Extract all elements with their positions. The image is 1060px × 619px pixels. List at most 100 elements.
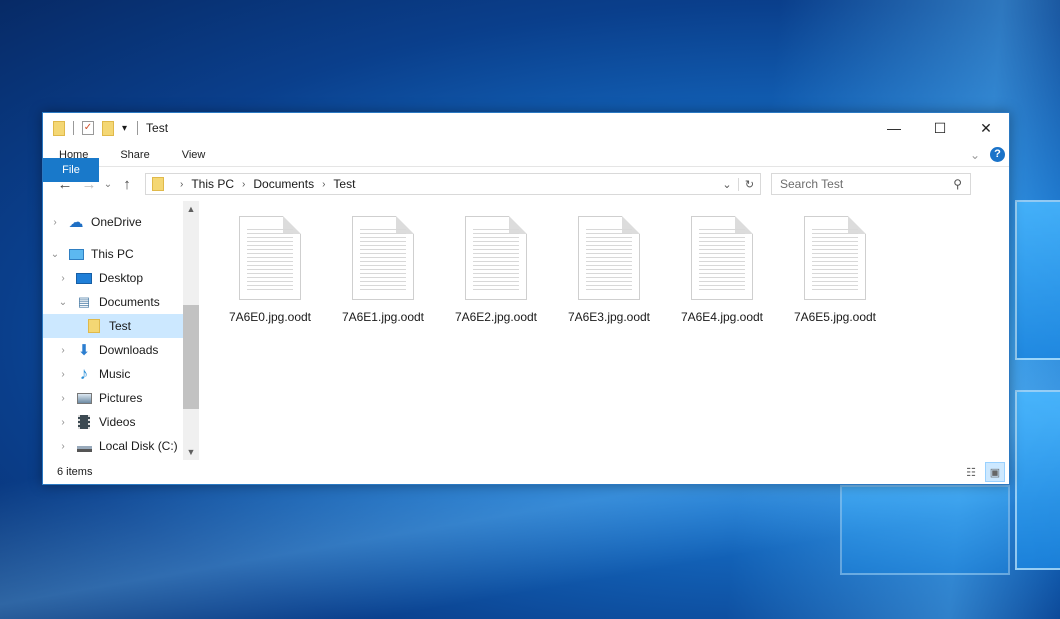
minimize-button[interactable]: — [871, 113, 917, 143]
breadcrumb-documents[interactable]: Documents [253, 177, 314, 191]
videos-icon [75, 415, 93, 429]
chevron-down-icon[interactable]: ⌄ [49, 249, 61, 260]
breadcrumb-separator[interactable]: › [322, 179, 325, 190]
scroll-down-button[interactable]: ▼ [183, 444, 199, 460]
sidebar-item-downloads[interactable]: › ⬇ Downloads [57, 338, 183, 362]
content-area: › ☁ OneDrive ⌄ This PC › Desktop ⌄ ▤ Doc… [43, 201, 1009, 460]
sidebar-item-desktop[interactable]: › Desktop [57, 266, 183, 290]
cloud-icon: ☁ [68, 214, 84, 231]
navigation-bar: ← → ⌄ ↑ › This PC › Documents › Test ⌄ ↻… [43, 167, 1009, 201]
sidebar-item-videos[interactable]: › Videos [57, 410, 183, 434]
chevron-right-icon[interactable]: › [57, 393, 69, 404]
sidebar-item-pictures[interactable]: › Pictures [57, 386, 183, 410]
chevron-down-icon[interactable]: ⌄ [57, 297, 69, 308]
refresh-button[interactable]: ↻ [738, 177, 760, 191]
title-bar: ✓ ▾ Test — ☐ ✕ [43, 113, 1009, 143]
chevron-right-icon[interactable]: › [57, 369, 69, 380]
ribbon-tabs: File Home Share View ⌄ ? [43, 143, 1009, 182]
tab-share[interactable]: Share [104, 143, 165, 167]
chevron-right-icon[interactable]: › [57, 345, 69, 356]
sidebar-item-label: Music [99, 367, 131, 381]
large-icons-view-button[interactable]: ▣ [985, 462, 1005, 482]
recent-locations-button[interactable]: ⌄ [101, 179, 115, 190]
document-icon [804, 216, 866, 300]
sidebar-item-local-disk[interactable]: › Local Disk (C:) [57, 434, 183, 458]
pictures-icon [75, 391, 93, 405]
sidebar-item-label: Videos [99, 415, 136, 429]
sidebar-item-label: Documents [99, 295, 160, 309]
file-item[interactable]: 7A6E3.jpg.oodt [555, 216, 663, 324]
sidebar-item-label: Local Disk (C:) [99, 439, 178, 453]
customize-quick-access-dropdown[interactable]: ▾ [122, 123, 127, 134]
search-placeholder: Search Test [780, 177, 844, 191]
sidebar-item-documents[interactable]: ⌄ ▤ Documents [57, 290, 183, 314]
folder-icon [53, 120, 65, 136]
file-name: 7A6E5.jpg.oodt [793, 310, 877, 324]
sidebar-item-label: This PC [91, 247, 134, 261]
document-icon [691, 216, 753, 300]
address-dropdown-button[interactable]: ⌄ [716, 178, 738, 191]
file-item[interactable]: 7A6E1.jpg.oodt [329, 216, 437, 324]
file-name: 7A6E4.jpg.oodt [680, 310, 764, 324]
up-button[interactable]: ↑ [115, 176, 139, 193]
chevron-right-icon[interactable]: › [49, 217, 61, 228]
file-name: 7A6E3.jpg.oodt [567, 310, 651, 324]
folder-icon [152, 177, 164, 191]
file-item[interactable]: 7A6E0.jpg.oodt [216, 216, 324, 324]
breadcrumb-this-pc[interactable]: This PC [191, 177, 234, 191]
file-item[interactable]: 7A6E5.jpg.oodt [781, 216, 889, 324]
tab-view[interactable]: View [166, 143, 222, 167]
document-icon [465, 216, 527, 300]
item-count: 6 items [57, 466, 93, 478]
music-icon: ♪ [79, 364, 89, 383]
document-icon [352, 216, 414, 300]
scroll-up-button[interactable]: ▲ [183, 201, 199, 217]
documents-icon: ▤ [77, 294, 91, 309]
tab-file[interactable]: File [43, 158, 99, 182]
separator [137, 121, 139, 135]
breadcrumb-separator[interactable]: › [180, 179, 183, 190]
search-input[interactable]: Search Test ⚲ [771, 173, 971, 195]
sidebar-item-onedrive[interactable]: › ☁ OneDrive [49, 210, 183, 234]
navigation-pane: › ☁ OneDrive ⌄ This PC › Desktop ⌄ ▤ Doc… [43, 201, 199, 460]
new-folder-icon[interactable] [102, 120, 114, 136]
download-icon: ⬇ [77, 342, 91, 359]
windows-logo-pane [840, 485, 1010, 575]
file-name: 7A6E0.jpg.oodt [228, 310, 312, 324]
file-list: 7A6E0.jpg.oodt 7A6E1.jpg.oodt 7A6E2.jpg.… [199, 201, 1009, 460]
expand-ribbon-icon[interactable]: ⌄ [970, 148, 980, 162]
separator [73, 121, 74, 135]
address-bar[interactable]: › This PC › Documents › Test ⌄ ↻ [145, 173, 761, 195]
close-button[interactable]: ✕ [963, 113, 1009, 143]
chevron-right-icon[interactable]: › [57, 441, 69, 452]
sidebar-item-label: OneDrive [91, 215, 142, 229]
chevron-right-icon[interactable]: › [57, 273, 69, 284]
document-icon [239, 216, 301, 300]
help-icon[interactable]: ? [990, 147, 1005, 162]
nav-pane-scrollbar[interactable]: ▲ ▼ [183, 201, 199, 460]
desktop-icon [75, 271, 93, 285]
file-name: 7A6E1.jpg.oodt [341, 310, 425, 324]
window-title: Test [146, 121, 169, 135]
windows-logo-pane [1015, 200, 1060, 360]
file-explorer-window: ✓ ▾ Test — ☐ ✕ File Home Share View ⌄ ? … [42, 112, 1010, 485]
search-icon[interactable]: ⚲ [953, 177, 962, 191]
scrollbar-thumb[interactable] [183, 305, 199, 409]
maximize-button[interactable]: ☐ [917, 113, 963, 143]
file-item[interactable]: 7A6E2.jpg.oodt [442, 216, 550, 324]
folder-icon [85, 319, 103, 333]
file-item[interactable]: 7A6E4.jpg.oodt [668, 216, 776, 324]
sidebar-item-test[interactable]: Test [43, 314, 183, 338]
properties-icon[interactable]: ✓ [82, 121, 94, 135]
document-icon [578, 216, 640, 300]
sidebar-item-label: Test [109, 319, 132, 333]
breadcrumb-separator[interactable]: › [242, 179, 245, 190]
chevron-right-icon[interactable]: › [57, 417, 69, 428]
details-view-button[interactable]: ☷ [961, 462, 981, 482]
breadcrumb-test[interactable]: Test [333, 177, 355, 191]
drive-icon [75, 439, 93, 453]
sidebar-item-music[interactable]: › ♪ Music [57, 362, 183, 386]
sidebar-item-this-pc[interactable]: ⌄ This PC [49, 242, 183, 266]
sidebar-item-label: Downloads [99, 343, 159, 357]
sidebar-item-label: Desktop [99, 271, 144, 285]
